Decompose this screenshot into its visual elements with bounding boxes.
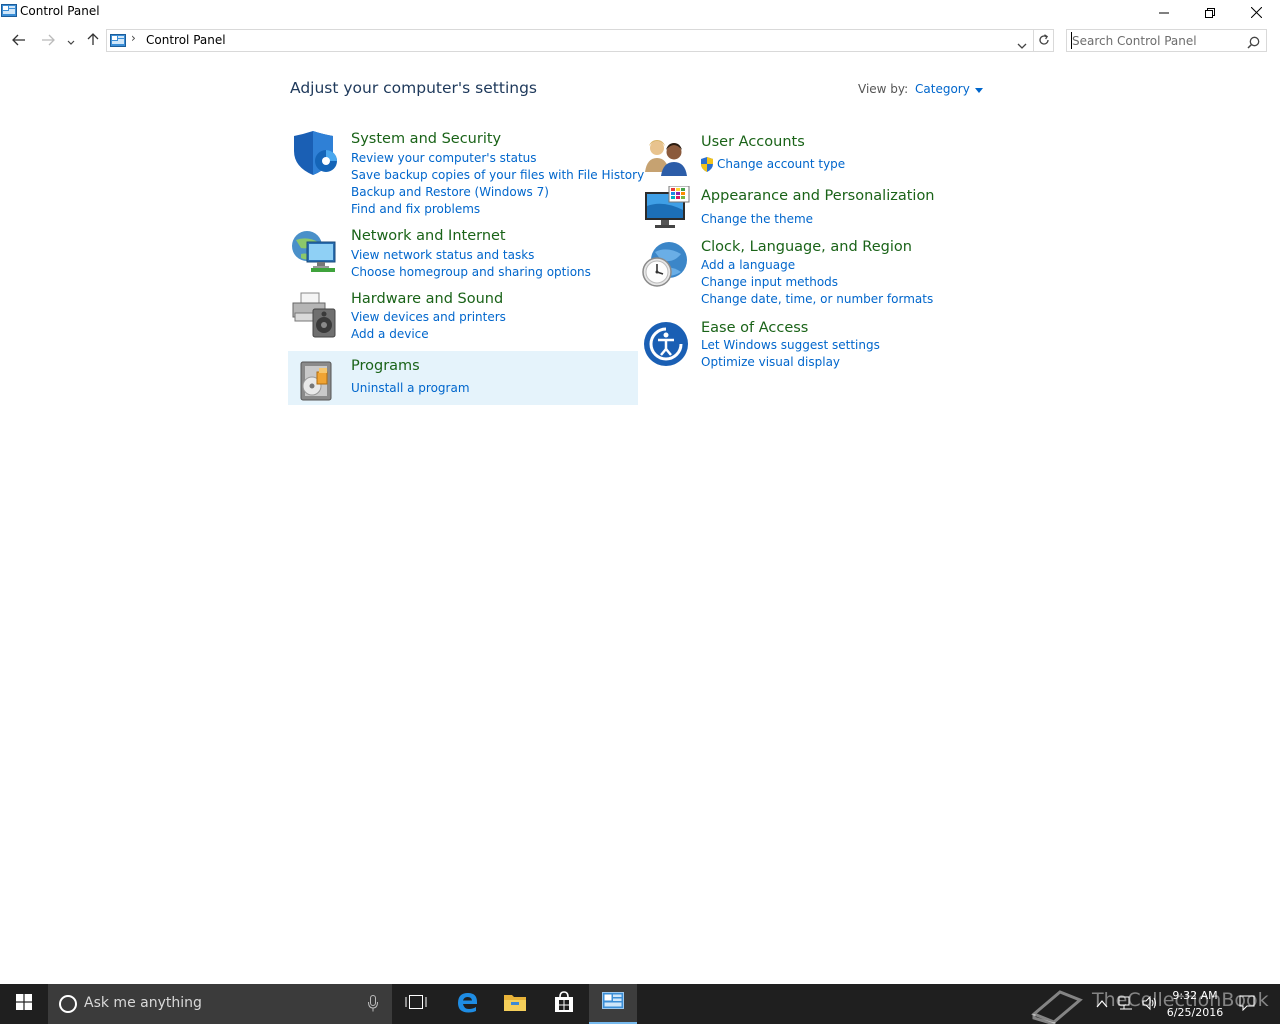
edge-icon (456, 991, 478, 1017)
search-icon[interactable] (1247, 34, 1260, 53)
link-homegroup[interactable]: Choose homegroup and sharing options (351, 265, 591, 279)
view-by-dropdown[interactable]: Category (915, 82, 983, 96)
control-panel-icon (110, 33, 126, 52)
taskbar-file-explorer[interactable] (491, 984, 539, 1024)
close-icon (1250, 3, 1262, 22)
refresh-icon (1038, 31, 1050, 50)
category-title[interactable]: Appearance and Personalization (701, 188, 935, 204)
chevron-up-icon[interactable] (1096, 995, 1108, 1014)
microphone-icon[interactable] (368, 995, 378, 1016)
up-button[interactable] (82, 29, 104, 51)
view-by-label: View by: (858, 82, 909, 96)
link-backup-restore[interactable]: Backup and Restore (Windows 7) (351, 185, 549, 199)
link-change-date-formats[interactable]: Change date, time, or number formats (701, 292, 933, 306)
link-optimize-visual-display[interactable]: Optimize visual display (701, 355, 840, 369)
category-title[interactable]: Hardware and Sound (351, 291, 503, 307)
monitor-palette-icon[interactable] (643, 185, 691, 234)
arrow-right-icon (41, 31, 55, 50)
arrow-left-icon (12, 31, 26, 50)
book-logo-icon (1030, 984, 1086, 1029)
title-bar: Control Panel (0, 0, 1280, 24)
link-network-status[interactable]: View network status and tasks (351, 248, 534, 262)
cortana-icon (58, 994, 78, 1018)
action-center-icon[interactable] (1239, 995, 1255, 1015)
view-by-value: Category (915, 82, 970, 96)
link-file-history[interactable]: Save backup copies of your files with Fi… (351, 168, 644, 182)
task-view-icon (405, 994, 427, 1014)
category-title[interactable]: User Accounts (701, 134, 805, 150)
link-devices-printers[interactable]: View devices and printers (351, 310, 506, 324)
link-uninstall-program[interactable]: Uninstall a program (351, 381, 470, 395)
forward-button[interactable] (37, 29, 59, 51)
volume-icon[interactable] (1142, 995, 1158, 1015)
category-title[interactable]: System and Security (351, 131, 501, 147)
category-title[interactable]: Clock, Language, and Region (701, 239, 912, 255)
store-icon (553, 991, 575, 1017)
caret-down-icon (974, 82, 983, 96)
windows-logo-icon (16, 994, 32, 1014)
minimize-icon (1159, 3, 1169, 22)
taskbar-edge[interactable] (443, 984, 491, 1024)
window-title: Control Panel (20, 4, 100, 18)
control-panel-icon (1, 3, 17, 19)
arrow-up-icon (87, 31, 99, 50)
restore-icon (1205, 3, 1215, 22)
link-suggest-settings[interactable]: Let Windows suggest settings (701, 338, 880, 352)
folder-icon (503, 992, 527, 1016)
category-title[interactable]: Ease of Access (701, 320, 808, 336)
programs-disc-icon[interactable] (293, 358, 341, 406)
link-add-language[interactable]: Add a language (701, 258, 795, 272)
breadcrumb-control-panel[interactable]: Control Panel (146, 33, 226, 47)
back-button[interactable] (8, 29, 30, 51)
link-find-fix-problems[interactable]: Find and fix problems (351, 202, 480, 216)
link-add-device[interactable]: Add a device (351, 327, 429, 341)
start-button[interactable] (0, 984, 48, 1024)
page-title: Adjust your computer's settings (290, 79, 537, 97)
search-input[interactable] (1071, 32, 1241, 49)
taskbar-store[interactable] (540, 984, 588, 1024)
link-review-status[interactable]: Review your computer's status (351, 151, 537, 165)
taskbar-control-panel[interactable] (589, 984, 637, 1024)
cortana-search-text: Ask me anything (84, 995, 202, 1011)
category-title[interactable]: Programs (351, 358, 420, 374)
system-clock[interactable]: 9:32 AM 6/25/2016 (1160, 987, 1230, 1021)
network-icon[interactable] (1118, 995, 1134, 1015)
users-icon[interactable] (643, 134, 691, 182)
ease-of-access-icon[interactable] (643, 320, 691, 368)
minimize-button[interactable] (1141, 0, 1187, 24)
chevron-down-icon[interactable] (1017, 35, 1027, 54)
recent-locations-button[interactable] (61, 29, 81, 51)
address-bar[interactable]: › Control Panel (106, 29, 1034, 52)
clock-time: 9:32 AM (1172, 989, 1218, 1002)
task-view-button[interactable] (392, 984, 440, 1024)
printer-speaker-icon[interactable] (291, 291, 339, 339)
breadcrumb-separator[interactable]: › (131, 31, 136, 45)
link-change-account-type[interactable]: Change account type (717, 157, 845, 171)
cortana-search-box[interactable]: Ask me anything (48, 984, 392, 1024)
category-title[interactable]: Network and Internet (351, 228, 506, 244)
uac-shield-icon (700, 157, 714, 176)
close-button[interactable] (1233, 0, 1279, 24)
navigation-bar: › Control Panel (0, 24, 1280, 56)
restore-button[interactable] (1187, 0, 1233, 24)
search-box[interactable] (1066, 29, 1267, 52)
refresh-button[interactable] (1034, 29, 1054, 52)
control-panel-icon (602, 992, 624, 1014)
clock-date: 6/25/2016 (1166, 1006, 1224, 1019)
link-change-input-methods[interactable]: Change input methods (701, 275, 838, 289)
clock-globe-icon[interactable] (641, 240, 689, 288)
shield-icon[interactable] (291, 131, 339, 179)
network-globe-icon[interactable] (291, 228, 339, 276)
link-change-theme[interactable]: Change the theme (701, 212, 813, 226)
chevron-down-icon (67, 31, 75, 50)
taskbar: Ask me anything TheCollectionBook 9:32 A… (0, 984, 1280, 1027)
